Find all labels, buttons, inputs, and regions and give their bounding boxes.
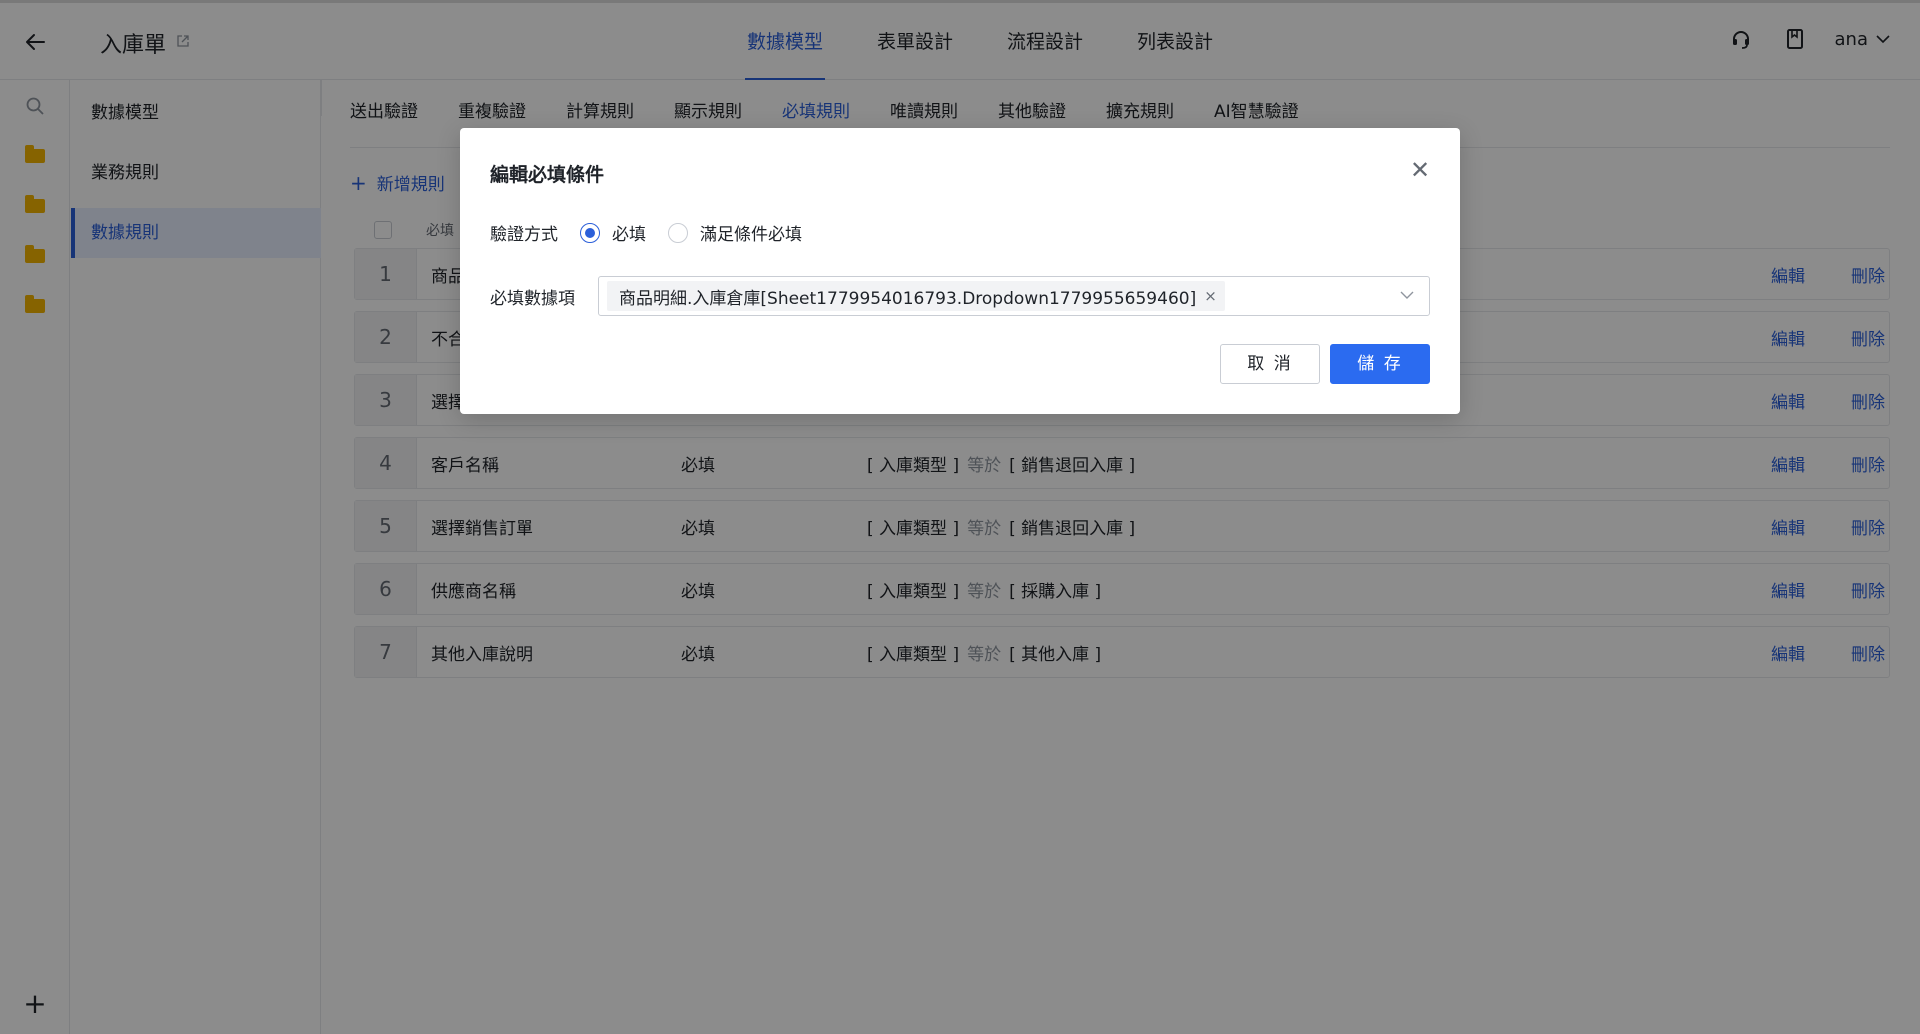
radio-required-label: 必填 bbox=[612, 225, 646, 245]
required-field-select[interactable]: 商品明細.入庫倉庫[Sheet1779954016793.Dropdown177… bbox=[598, 276, 1430, 316]
chevron-down-icon bbox=[1400, 291, 1414, 299]
edit-required-condition-dialog: 編輯必填條件 ✕ 驗證方式 必填 滿足條件必填 必填數據項 商品明細.入庫倉庫[… bbox=[460, 128, 1460, 414]
required-field-row: 必填數據項 商品明細.入庫倉庫[Sheet1779954016793.Dropd… bbox=[490, 276, 1430, 316]
remove-tag-icon[interactable]: × bbox=[1204, 287, 1217, 305]
validation-method-row: 驗證方式 必填 滿足條件必填 bbox=[490, 220, 824, 245]
required-field-label: 必填數據項 bbox=[490, 288, 575, 309]
validation-method-label: 驗證方式 bbox=[490, 225, 558, 245]
selected-field-text: 商品明細.入庫倉庫[Sheet1779954016793.Dropdown177… bbox=[619, 288, 1197, 309]
radio-unchecked-icon bbox=[668, 222, 688, 243]
radio-conditional-required[interactable]: 滿足條件必填 bbox=[668, 220, 802, 245]
selected-field-tag: 商品明細.入庫倉庫[Sheet1779954016793.Dropdown177… bbox=[607, 281, 1225, 311]
cancel-button[interactable]: 取 消 bbox=[1220, 344, 1320, 384]
dialog-title: 編輯必填條件 bbox=[490, 164, 605, 186]
close-icon[interactable]: ✕ bbox=[1406, 156, 1434, 184]
radio-required[interactable]: 必填 bbox=[580, 220, 646, 245]
radio-conditional-label: 滿足條件必填 bbox=[700, 225, 802, 245]
radio-checked-icon bbox=[580, 222, 600, 243]
save-button[interactable]: 儲 存 bbox=[1330, 344, 1430, 384]
